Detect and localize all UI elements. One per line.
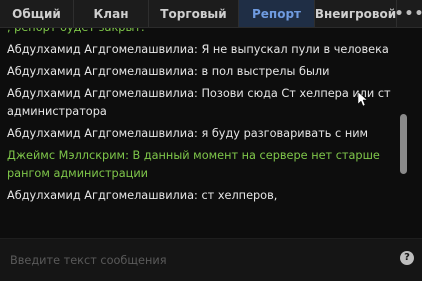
tab-report[interactable]: Репорт xyxy=(239,0,315,27)
message-input[interactable] xyxy=(8,245,392,275)
scrollbar-thumb[interactable] xyxy=(400,114,407,174)
question-icon[interactable]: ? xyxy=(400,251,414,265)
tab-trade[interactable]: Торговый xyxy=(149,0,239,27)
chat-message: Абдулхамид Агдгомелашвилиа: я буду разго… xyxy=(7,127,369,140)
tab-ooc[interactable]: Внеигровой xyxy=(315,0,397,27)
chat-window: Общий Клан Торговый Репорт Внеигровой ••… xyxy=(0,0,422,281)
chat-tab-bar: Общий Клан Торговый Репорт Внеигровой ••… xyxy=(0,0,422,28)
message-scrollbar[interactable] xyxy=(398,38,410,236)
more-tabs-button[interactable]: ••• xyxy=(395,0,422,27)
chat-message: Абдулхамид Агдгомелашвилиа: ст хелперов, xyxy=(7,189,278,202)
message-list: , репорт будет закрыт. Абдулхамид Агдгом… xyxy=(0,28,395,236)
tab-general[interactable]: Общий xyxy=(0,0,74,27)
chat-message: , репорт будет закрыт. xyxy=(7,28,395,37)
chat-message: Абдулхамид Агдгомелашвилиа: Я не выпуска… xyxy=(7,43,389,56)
message-input-bar: ? xyxy=(0,238,422,281)
chat-message: Абдулхамид Агдгомелашвилиа: в пол выстре… xyxy=(7,65,330,78)
chat-message: Абдулхамид Агдгомелашвилиа: Позови сюда … xyxy=(7,87,391,118)
mouse-cursor-icon xyxy=(358,92,368,106)
chat-message: Джеймс Мэллскрим: В данный момент на сер… xyxy=(7,149,380,180)
tab-clan[interactable]: Клан xyxy=(74,0,149,27)
